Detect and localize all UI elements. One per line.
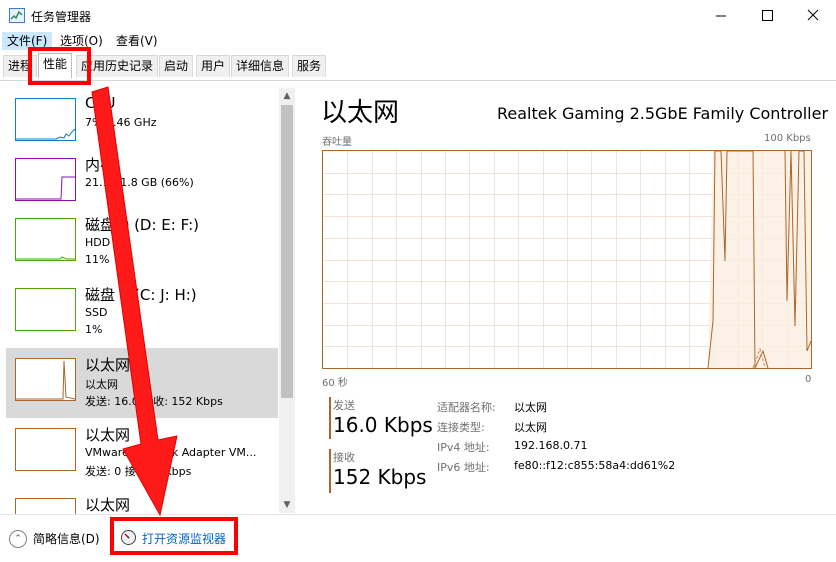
- list-item-title: 磁盘 1 (C: J: H:): [85, 286, 197, 304]
- close-button[interactable]: [790, 0, 836, 32]
- scroll-down-arrow-icon[interactable]: ▼: [279, 497, 295, 513]
- list-item-ethernet-selected[interactable]: 以太网 以太网 发送: 16.0 接收: 152 Kbps: [6, 348, 278, 418]
- list-item-ethernet-3[interactable]: 以太网: [6, 492, 278, 514]
- scroll-thumb[interactable]: [281, 105, 293, 398]
- send-label: 发送: [333, 399, 355, 412]
- info-key-ipv4: IPv4 地址:: [437, 441, 490, 454]
- detail-title: 以太网: [321, 98, 400, 128]
- receive-stat: 接收 152 Kbps: [329, 449, 426, 493]
- list-item-subtitle: 21.1/31.8 GB (66%): [85, 176, 194, 189]
- list-item-subtitle: VMware Network Adapter VM...: [85, 446, 257, 459]
- resource-list: CPU 7% 1.46 GHz 内存 21.1/31.8 GB (66%) 磁盘…: [0, 82, 297, 514]
- tab-startup[interactable]: 启动: [159, 55, 194, 77]
- list-item-detail: 发送: 0 接收: 0 Kbps: [85, 465, 192, 478]
- scroll-up-arrow-icon[interactable]: ▲: [279, 88, 295, 104]
- adapter-name: Realtek Gaming 2.5GbE Family Controller: [497, 104, 829, 123]
- info-key-ipv6: IPv6 地址:: [437, 461, 490, 474]
- info-value-connection-type: 以太网: [514, 421, 547, 434]
- tab-services[interactable]: 服务: [292, 55, 327, 77]
- throughput-graph: [322, 150, 812, 369]
- list-item-title: CPU: [85, 94, 116, 112]
- send-value: 16.0 Kbps: [333, 413, 433, 437]
- graph-label: 吞吐量: [322, 137, 352, 148]
- info-key-adapter-name: 适配器名称:: [437, 401, 496, 414]
- info-key-connection-type: 连接类型:: [437, 421, 485, 434]
- list-item-subtitle: 7% 1.46 GHz: [85, 116, 157, 129]
- receive-value: 152 Kbps: [333, 465, 427, 489]
- info-value-adapter-name: 以太网: [514, 401, 547, 414]
- maximize-button[interactable]: [744, 0, 790, 32]
- chevron-up-icon[interactable]: ⌃: [9, 530, 27, 548]
- list-item-ethernet-vmware[interactable]: 以太网 VMware Network Adapter VM... 发送: 0 接…: [6, 422, 278, 490]
- list-item-detail: 发送: 16.0 接收: 152 Kbps: [85, 395, 223, 408]
- memory-thumbnail: [15, 158, 76, 201]
- graph-max-label: 100 Kbps: [764, 133, 811, 144]
- ethernet-thumbnail: [15, 358, 76, 401]
- tab-bar: 进程 性能 应用历史记录 启动 用户 详细信息 服务: [0, 50, 836, 81]
- receive-label: 接收: [333, 451, 355, 464]
- list-item-title: 以太网: [85, 426, 131, 444]
- task-manager-app-icon: [9, 8, 25, 23]
- window-title: 任务管理器: [31, 10, 92, 24]
- highlight-box-performance-tab: [28, 47, 91, 85]
- list-item-subtitle: HDD: [85, 236, 111, 249]
- cpu-thumbnail: [15, 98, 76, 141]
- list-item-memory[interactable]: 内存 21.1/31.8 GB (66%): [6, 152, 278, 210]
- disk-1-thumbnail: [15, 288, 76, 331]
- list-item-cpu[interactable]: CPU 7% 1.46 GHz: [6, 92, 278, 150]
- menu-bar: 文件(F) 选项(O) 查看(V): [0, 32, 836, 50]
- list-item-subtitle: 以太网: [85, 378, 118, 391]
- list-item-title: 以太网: [85, 496, 131, 514]
- info-value-ipv6: fe80::f12:c855:58a4:dd61%2: [514, 459, 676, 472]
- list-item-title: 以太网: [85, 356, 131, 374]
- highlight-box-resource-monitor: [110, 517, 238, 555]
- send-stat: 发送 16.0 Kbps: [329, 397, 433, 439]
- tab-users[interactable]: 用户: [196, 55, 231, 77]
- info-value-ipv4: 192.168.0.71: [514, 439, 588, 452]
- minimize-button[interactable]: [698, 0, 744, 32]
- list-item-title: 内存: [85, 156, 116, 174]
- tab-details[interactable]: 详细信息: [231, 55, 290, 77]
- list-item-disk-1[interactable]: 磁盘 1 (C: J: H:) SSD 1%: [6, 282, 278, 350]
- menu-view[interactable]: 查看(V): [111, 32, 163, 50]
- fewer-details-button[interactable]: 简略信息(D): [33, 530, 100, 547]
- list-scrollbar[interactable]: ▲ ▼: [279, 88, 295, 513]
- graph-axis-left-label: 60 秒: [322, 378, 348, 389]
- disk-0-thumbnail: [15, 218, 76, 261]
- ethernet-vmware-thumbnail: [15, 428, 76, 471]
- title-bar: 任务管理器: [0, 0, 836, 32]
- graph-axis-right-label: 0: [805, 374, 812, 385]
- list-item-detail: 11%: [85, 253, 110, 266]
- list-item-disk-0[interactable]: 磁盘 0 (D: E: F:) HDD 11%: [6, 212, 278, 280]
- list-item-title: 磁盘 0 (D: E: F:): [85, 216, 199, 234]
- list-item-subtitle: SSD: [85, 306, 108, 319]
- ethernet-3-thumbnail: [15, 498, 76, 514]
- list-item-detail: 1%: [85, 323, 103, 336]
